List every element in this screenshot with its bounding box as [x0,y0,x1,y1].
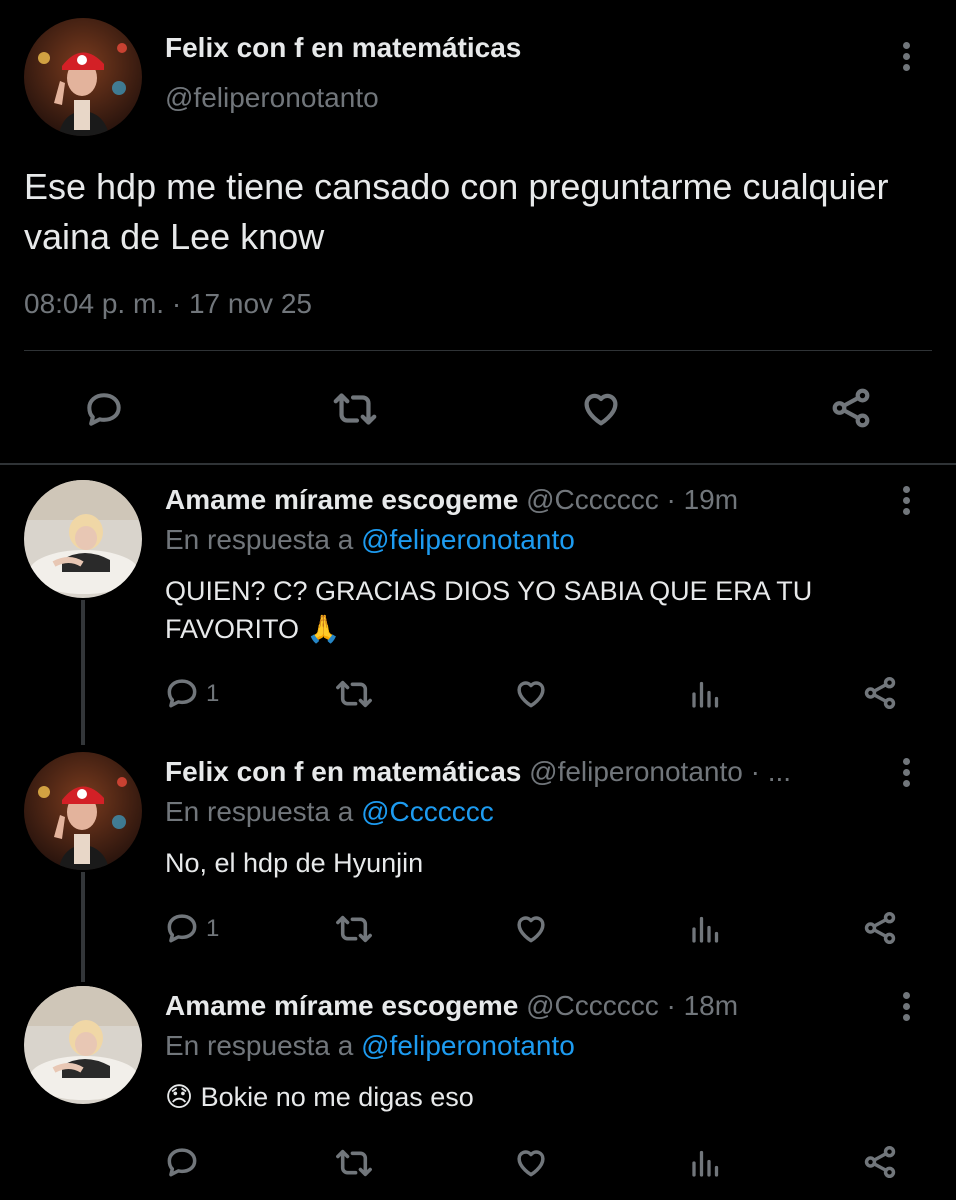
reply-prefix: En respuesta a [165,796,354,827]
thread-connector [81,600,85,745]
like-icon[interactable] [512,674,550,712]
author-name[interactable]: Amame mírame escogeme [165,990,518,1021]
reply-to-link[interactable]: @feliperonotanto [361,1030,575,1061]
reply-prefix: En respuesta a [165,524,354,555]
avatar[interactable] [24,986,142,1104]
retweet-icon[interactable] [333,911,375,947]
reply-header: Amame mírame escogeme @Ccccccc · 19m [165,484,738,516]
reply-icon[interactable] [82,387,126,431]
retweet-icon[interactable] [333,676,375,712]
reply-icon[interactable] [163,909,201,947]
reply-header: Felix con f en matemáticas @feliperonota… [165,756,791,788]
reply-text: No, el hdp de Hyunjin [165,848,424,878]
more-options-icon[interactable] [900,42,912,75]
views-icon[interactable] [688,1145,724,1181]
author-handle[interactable]: @feliperonotanto [165,82,379,114]
reply-to-link[interactable]: @feliperonotanto [361,524,575,555]
handle-time[interactable]: @Ccccccc · 19m [526,484,738,515]
reply-context: En respuesta a @feliperonotanto [165,1030,575,1062]
more-options-icon[interactable] [900,992,912,1025]
author-name[interactable]: Amame mírame escogeme [165,484,518,515]
reply-to-link[interactable]: @Ccccccc [361,796,494,827]
share-icon[interactable] [861,909,899,947]
handle-time[interactable]: @feliperonotanto · ... [529,756,791,787]
reply-icon[interactable] [163,1143,201,1181]
reply-prefix: En respuesta a [165,1030,354,1061]
like-icon[interactable] [512,909,550,947]
reply-header: Amame mírame escogeme @Ccccccc · 18m [165,990,738,1022]
handle-time[interactable]: @Ccccccc · 18m [526,990,738,1021]
reply-icon[interactable] [163,674,201,712]
tweet-text: Ese hdp me tiene cansado con preguntarme… [24,166,889,257]
reply-text: QUIEN? C? GRACIAS DIOS YO SABIA QUE ERA … [165,576,813,644]
avatar[interactable] [24,752,142,870]
reply-count: 1 [206,680,220,707]
tweet-timestamp[interactable]: 08:04 p. m. · 17 nov 25 [24,288,312,320]
avatar[interactable] [24,480,142,598]
reply-context: En respuesta a @Ccccccc [165,796,494,828]
share-icon[interactable] [861,1143,899,1181]
share-icon[interactable] [861,674,899,712]
more-options-icon[interactable] [900,486,912,519]
views-icon[interactable] [688,911,724,947]
share-icon[interactable] [828,385,874,431]
like-icon[interactable] [578,385,624,431]
views-icon[interactable] [688,676,724,712]
reply-count: 1 [206,915,220,942]
like-icon[interactable] [512,1143,550,1181]
more-options-icon[interactable] [900,758,912,791]
divider [24,350,932,351]
reply-text: 😞 Bokie no me digas eso [165,1082,474,1112]
retweet-icon[interactable] [330,387,380,431]
avatar[interactable] [24,18,142,136]
author-name[interactable]: Felix con f en matemáticas [165,756,521,787]
retweet-icon[interactable] [333,1145,375,1181]
reply-context: En respuesta a @feliperonotanto [165,524,575,556]
thread-connector [81,872,85,982]
divider [0,463,956,465]
author-name[interactable]: Felix con f en matemáticas [165,32,521,64]
